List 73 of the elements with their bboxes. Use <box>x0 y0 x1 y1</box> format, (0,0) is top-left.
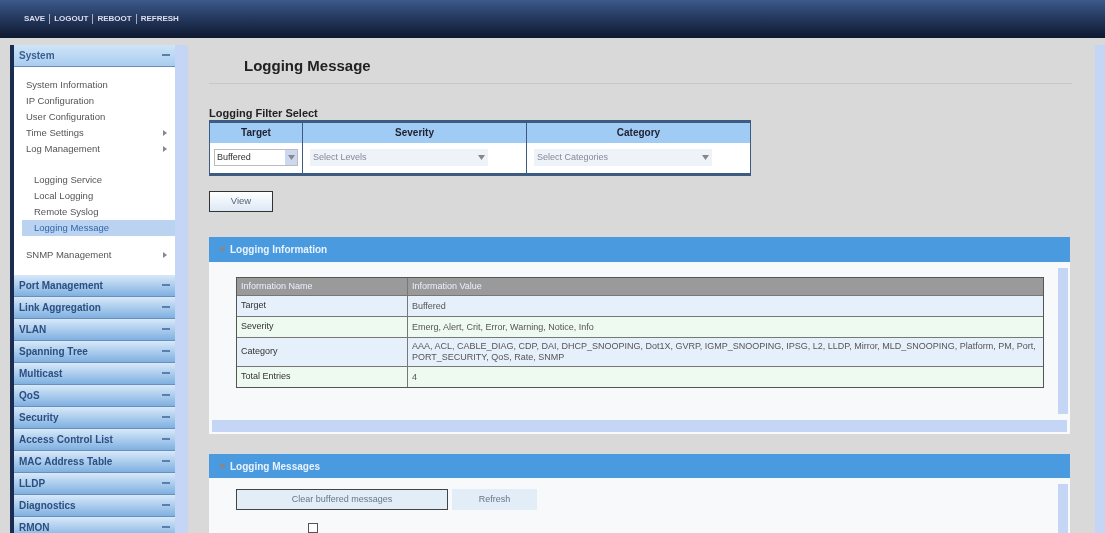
sidebar-item[interactable]: Time Settings <box>14 125 175 141</box>
sidebar-section-header[interactable]: Security <box>14 407 175 429</box>
collapse-icon[interactable] <box>162 460 170 463</box>
table-cell: 4 <box>407 367 1043 387</box>
vertical-scrollbar[interactable] <box>1058 268 1068 414</box>
collapse-icon[interactable] <box>162 328 170 331</box>
sidebar-section-header[interactable]: Access Control List <box>14 429 175 451</box>
column-header: Information Name <box>240 279 314 293</box>
sidebar-item[interactable]: IP Configuration <box>14 93 175 109</box>
sidebar-section-header[interactable]: System <box>14 45 175 67</box>
page-title: Logging Message <box>244 56 371 77</box>
collapse-icon[interactable] <box>162 394 170 397</box>
sidebar-item[interactable]: Remote Syslog <box>22 204 175 220</box>
panel-header[interactable]: Logging Messages <box>209 454 1070 478</box>
toolbar-link[interactable]: SAVE <box>24 13 46 25</box>
view-button[interactable]: View <box>209 190 273 212</box>
collapse-icon[interactable] <box>162 526 170 529</box>
collapse-icon[interactable] <box>162 372 170 375</box>
sidebar-item[interactable]: Log Management <box>14 141 175 157</box>
sidebar-section-header[interactable]: Multicast <box>14 363 175 385</box>
vertical-scrollbar[interactable] <box>175 45 188 533</box>
submenu-arrow-icon <box>163 252 167 258</box>
expand-icon <box>219 247 226 252</box>
collapse-icon[interactable] <box>162 482 170 485</box>
collapse-icon[interactable] <box>162 438 170 441</box>
panel-header[interactable]: Logging Information <box>209 237 1070 262</box>
sidebar-item[interactable]: System Information <box>14 77 175 93</box>
sidebar-item[interactable]: User Configuration <box>14 109 175 125</box>
target-select[interactable]: Buffered <box>214 149 298 167</box>
collapse-icon[interactable] <box>162 54 170 57</box>
collapse-icon[interactable] <box>162 416 170 419</box>
sidebar-section-header[interactable]: RMON <box>14 517 175 533</box>
sidebar-section-header[interactable]: MAC Address Table <box>14 451 175 473</box>
horizontal-scrollbar[interactable] <box>212 420 1067 432</box>
checkbox[interactable] <box>308 523 318 533</box>
vertical-scrollbar[interactable] <box>1095 45 1105 533</box>
table-cell-text: Total Entries <box>240 370 292 384</box>
sidebar-section-header[interactable]: Link Aggregation <box>14 297 175 319</box>
toolbar-link[interactable]: REBOOT <box>97 13 132 25</box>
caret-down-icon <box>478 155 485 161</box>
sidebar-item[interactable]: Logging Message <box>22 220 175 236</box>
category-select[interactable]: Select Categories <box>534 149 712 167</box>
refresh-button[interactable]: Refresh <box>452 489 537 510</box>
table-cell-text: Target <box>240 299 267 313</box>
table-cell-text: Category <box>240 345 279 359</box>
sidebar-section-header[interactable]: Spanning Tree <box>14 341 175 363</box>
toolbar-link[interactable]: REFRESH <box>140 13 179 25</box>
sidebar-section-header[interactable]: VLAN <box>14 319 175 341</box>
collapse-icon[interactable] <box>162 284 170 287</box>
severity-select[interactable]: Select Levels <box>310 149 488 167</box>
sidebar-section-header[interactable]: LLDP <box>14 473 175 495</box>
collapse-icon[interactable] <box>162 306 170 309</box>
expand-icon <box>219 463 226 469</box>
vertical-scrollbar[interactable] <box>1058 484 1068 533</box>
table-cell-text: Severity <box>240 320 275 334</box>
collapse-icon[interactable] <box>162 504 170 507</box>
sidebar-item[interactable]: Local Logging <box>22 188 175 204</box>
toolbar-link[interactable]: LOGOUT <box>54 13 89 25</box>
submenu-arrow-icon <box>163 146 167 152</box>
collapse-icon[interactable] <box>162 350 170 353</box>
caret-down-icon <box>702 155 709 161</box>
clear-button[interactable]: Clear buffered messages <box>236 489 448 510</box>
submenu-arrow-icon <box>163 130 167 136</box>
column-header: Severity <box>302 122 526 143</box>
column-header: Target <box>240 126 272 141</box>
sidebar-section-header[interactable]: Diagnostics <box>14 495 175 517</box>
sidebar-section-header[interactable]: QoS <box>14 385 175 407</box>
column-header: Category <box>526 122 750 143</box>
sidebar-section-header[interactable]: Port Management <box>14 275 175 297</box>
sidebar-item[interactable]: Logging Service <box>22 172 175 188</box>
filter-title: Logging Filter Select <box>209 105 319 120</box>
sidebar-item[interactable]: SNMP Management <box>14 247 175 263</box>
caret-down-icon <box>287 155 295 161</box>
